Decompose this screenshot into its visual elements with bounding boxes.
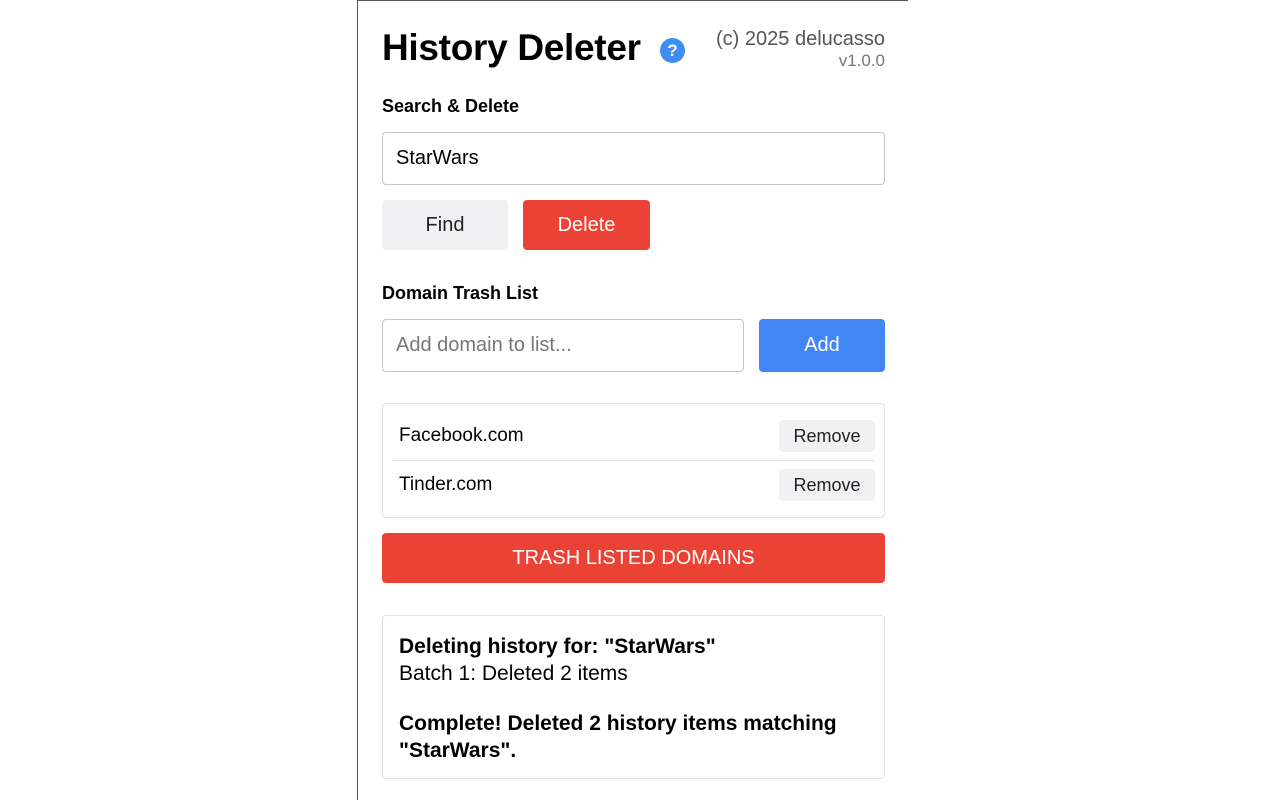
log-line: Complete! Deleted 2 history items matchi… (399, 712, 837, 762)
trash-listed-domains-button[interactable]: TRASH LISTED DOMAINS (382, 533, 885, 583)
log-line: Deleting history for: "StarWars" (399, 635, 716, 658)
version-text: v1.0.0 (838, 51, 885, 70)
delete-button[interactable]: Delete (523, 200, 650, 250)
add-domain-button[interactable]: Add (759, 319, 885, 372)
list-item: Tinder.com Remove (392, 461, 875, 509)
extension-popup: History Deleter ? (c) 2025 delucasso v1.… (357, 0, 908, 800)
app-title: History Deleter (382, 27, 641, 68)
status-log: Deleting history for: "StarWars" Batch 1… (382, 615, 885, 779)
remove-button[interactable]: Remove (779, 469, 875, 501)
list-item: Facebook.com Remove (392, 412, 875, 461)
domain-name: Tinder.com (399, 474, 493, 495)
trash-section-label: Domain Trash List (382, 283, 539, 303)
log-line: Batch 1: Deleted 2 items (399, 662, 628, 685)
log-spacer (399, 687, 868, 710)
help-icon[interactable]: ? (660, 38, 685, 63)
domain-name: Facebook.com (399, 425, 524, 446)
search-section-label: Search & Delete (382, 96, 520, 116)
domain-list: Facebook.com Remove Tinder.com Remove (382, 403, 885, 518)
remove-button[interactable]: Remove (779, 420, 875, 452)
domain-input[interactable] (382, 319, 744, 372)
search-input[interactable] (382, 132, 885, 185)
copyright-text: (c) 2025 delucasso (716, 28, 885, 50)
find-button[interactable]: Find (382, 200, 508, 250)
